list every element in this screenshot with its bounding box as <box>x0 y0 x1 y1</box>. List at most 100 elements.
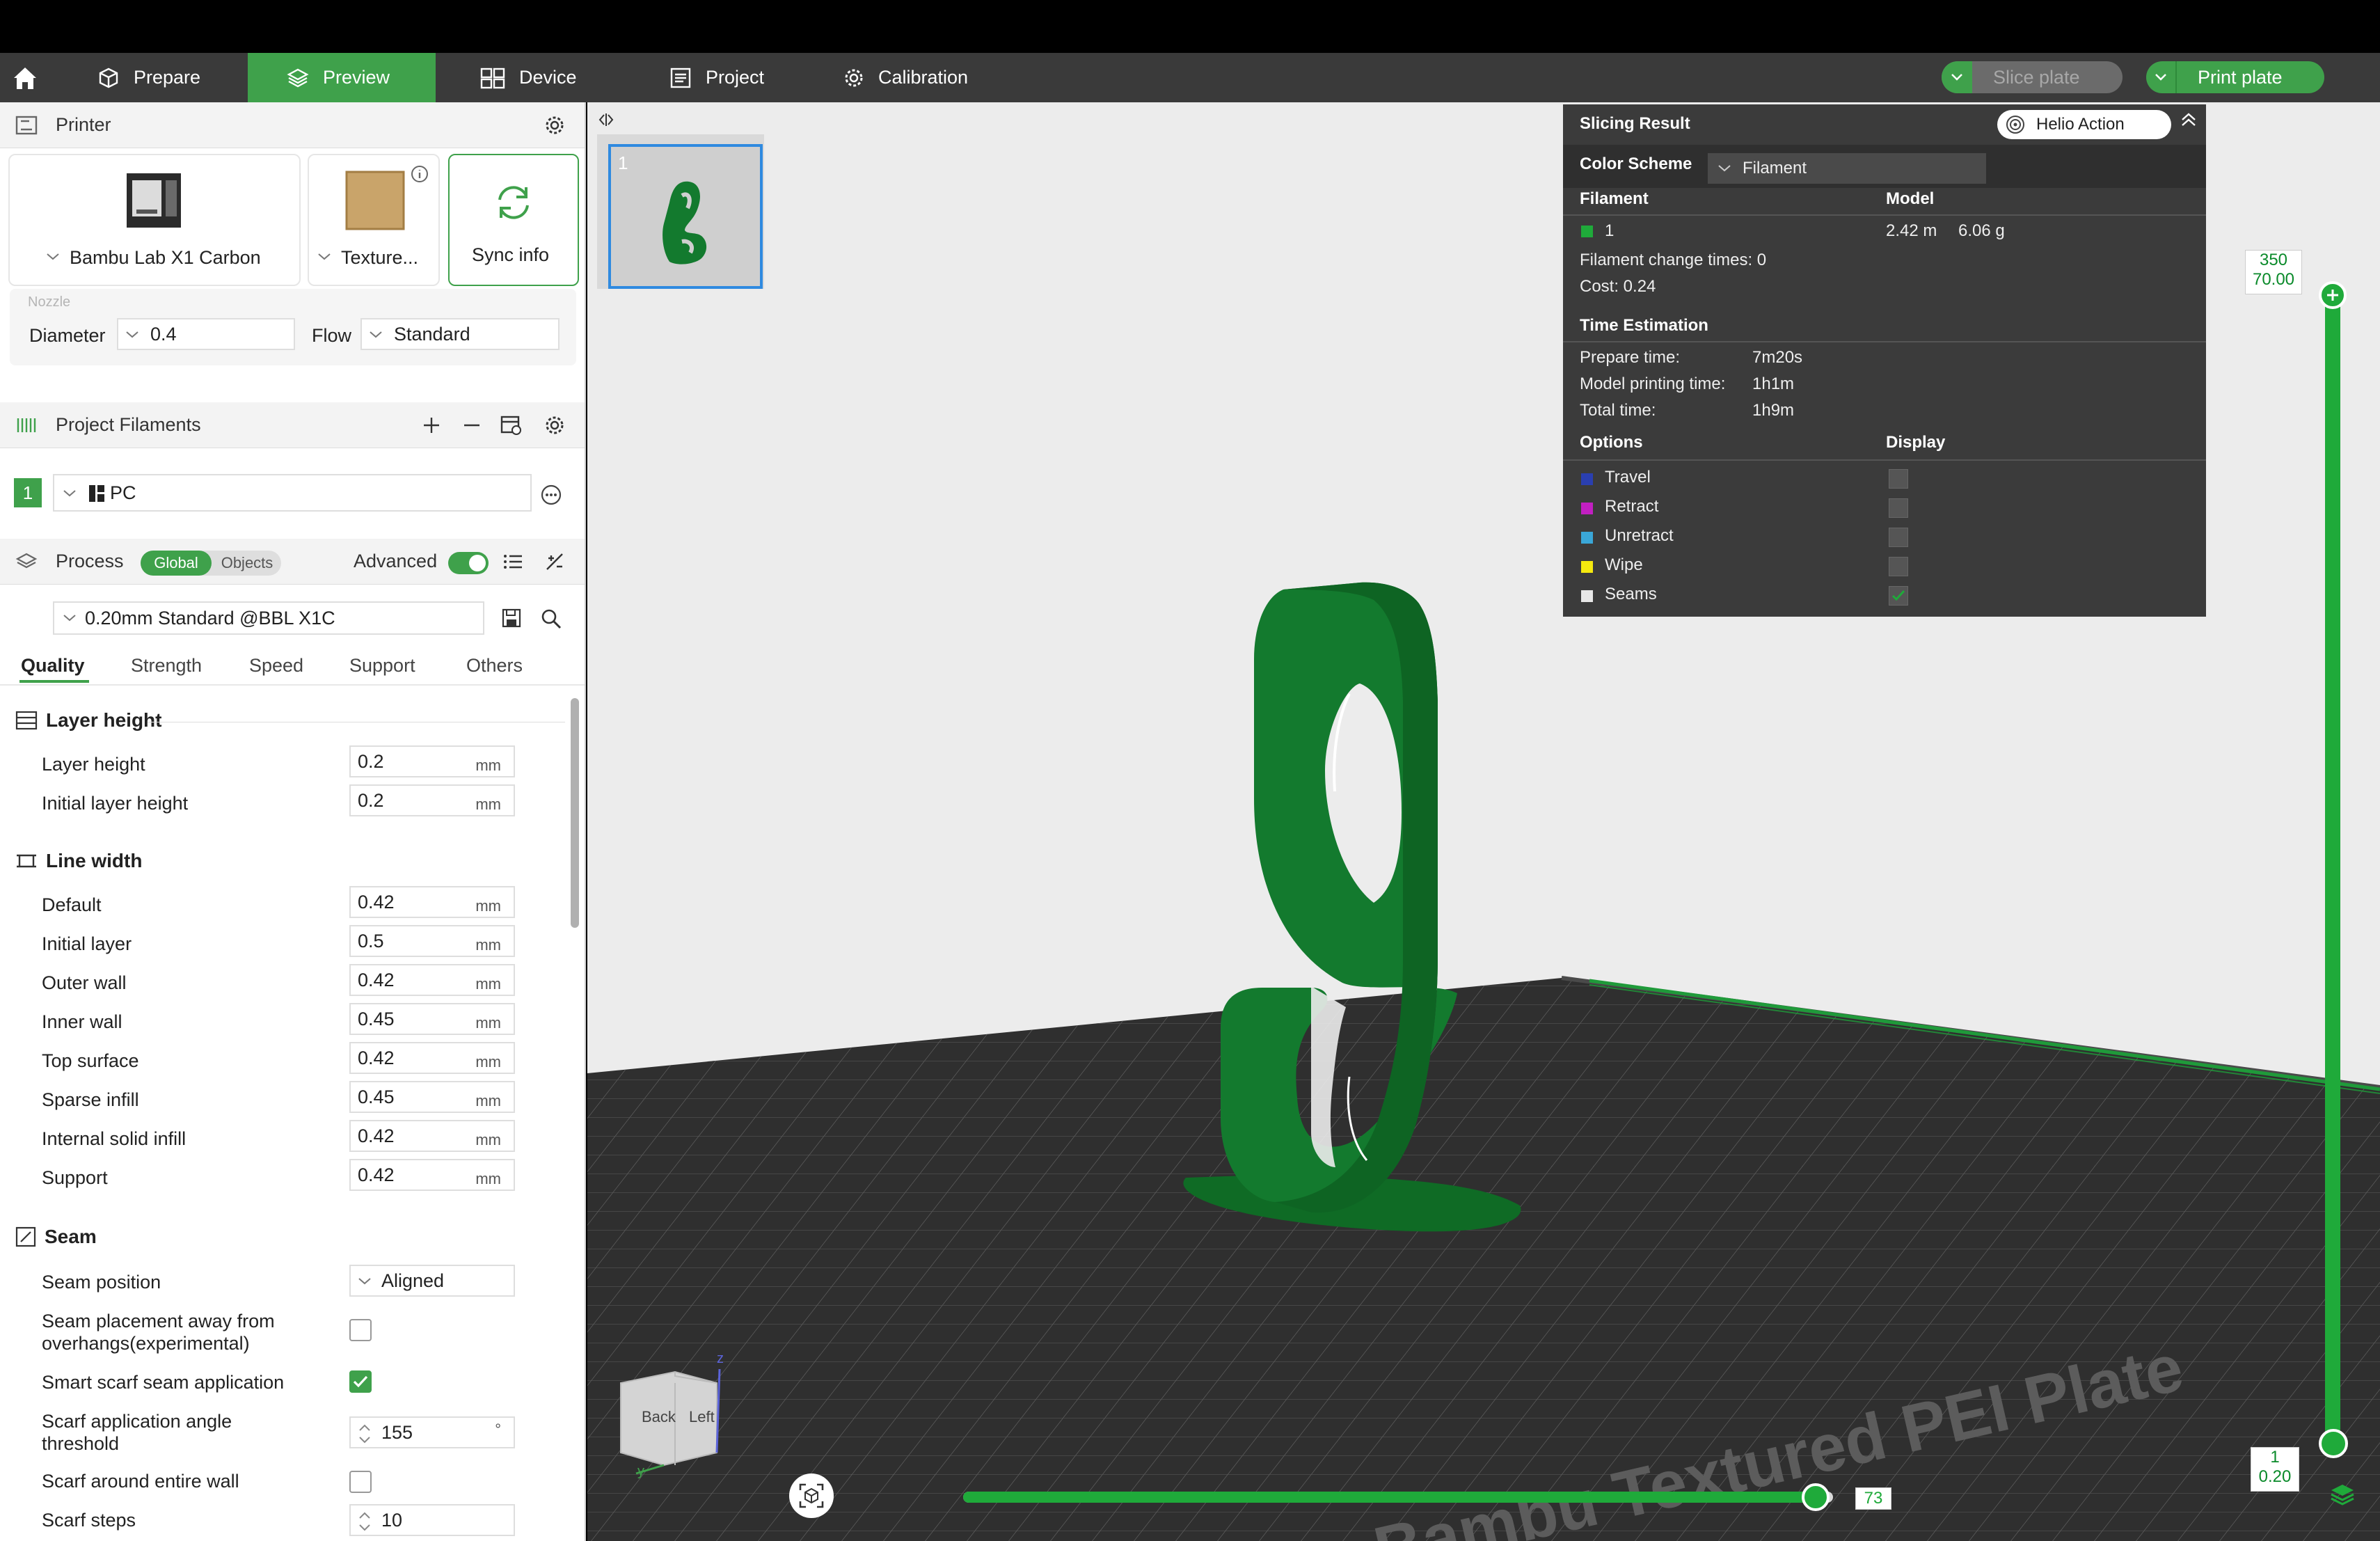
save-preset-icon[interactable] <box>501 608 522 629</box>
model-printing-time-label: Model printing time: <box>1580 374 1726 393</box>
layer-slider-track[interactable] <box>2325 296 2340 1451</box>
layer-slider-top-handle[interactable] <box>2319 281 2347 309</box>
unit-label: ° <box>495 1421 501 1438</box>
tab-device[interactable]: Device <box>480 53 619 102</box>
flow-select[interactable]: Standard <box>360 318 560 350</box>
unit-label: mm <box>475 796 501 813</box>
move-slider-handle[interactable] <box>1802 1483 1830 1511</box>
option-label-retract: Retract <box>1605 497 1659 516</box>
sidebar-collapse-toggle[interactable] <box>596 109 617 130</box>
move-slider[interactable] <box>963 1483 1847 1511</box>
display-checkbox-travel[interactable] <box>1889 469 1908 489</box>
option-color-swatch <box>1581 532 1593 544</box>
info-icon[interactable] <box>411 165 429 183</box>
filament-sync-icon[interactable] <box>500 415 522 436</box>
line-width-input[interactable]: 0.42 mm <box>349 964 515 996</box>
filament-select[interactable]: PC <box>53 474 532 512</box>
prepare-time-value: 7m20s <box>1752 348 1803 367</box>
sync-icon <box>498 186 529 219</box>
plate-card[interactable]: Texture... <box>308 154 440 286</box>
compare-presets-icon[interactable] <box>544 551 565 572</box>
line-width-value: 0.45 <box>358 1008 395 1029</box>
sync-info-button[interactable]: Sync info <box>448 154 579 286</box>
tab-project[interactable]: Project <box>669 53 809 102</box>
reset-view-button[interactable] <box>789 1473 834 1518</box>
toggle-objects[interactable]: Objects <box>213 551 281 576</box>
scarf-entire-checkbox[interactable] <box>349 1471 372 1493</box>
add-filament-plus-icon[interactable] <box>422 416 441 435</box>
line-width-input[interactable]: 0.45 mm <box>349 1003 515 1035</box>
print-plate-button[interactable]: Print plate <box>2146 61 2324 93</box>
line-width-input[interactable]: 0.45 mm <box>349 1081 515 1113</box>
display-checkbox-unretract[interactable] <box>1889 528 1908 547</box>
stepper-arrows-icon[interactable] <box>358 1422 372 1446</box>
advanced-switch[interactable] <box>448 552 489 574</box>
tab-prepare[interactable]: Prepare <box>70 53 223 102</box>
display-checkbox-retract[interactable] <box>1889 498 1908 518</box>
scarf-angle-stepper[interactable]: 155 ° <box>349 1416 515 1448</box>
option-label-travel: Travel <box>1605 468 1651 487</box>
color-scheme-select[interactable]: Filament <box>1708 153 1986 184</box>
slice-dropdown-toggle[interactable] <box>1942 61 1972 93</box>
filament-index-badge[interactable]: 1 <box>14 478 42 507</box>
tab-calibration[interactable]: Calibration <box>843 53 1024 102</box>
line-width-label: Sparse infill <box>42 1089 139 1110</box>
home-button[interactable] <box>11 53 53 102</box>
tab-speed[interactable]: Speed <box>249 655 303 677</box>
tab-preview[interactable]: Preview <box>248 53 436 102</box>
slice-plate-button[interactable]: Slice plate <box>1942 61 2123 93</box>
global-objects-toggle[interactable]: Global Objects <box>141 551 281 576</box>
plus-icon <box>2327 290 2338 301</box>
search-icon[interactable] <box>540 608 562 630</box>
unit-label: mm <box>475 1053 501 1070</box>
remove-filament-minus-icon[interactable] <box>462 416 482 435</box>
line-width-input[interactable]: 0.42 mm <box>349 1159 515 1191</box>
layer-slider-bottom-handle[interactable] <box>2319 1429 2348 1458</box>
scarf-steps-label: Scarf steps <box>42 1510 136 1531</box>
option-color-swatch <box>1581 473 1593 485</box>
seam-position-select[interactable]: Aligned <box>349 1265 515 1297</box>
print-dropdown-toggle[interactable] <box>2146 61 2177 93</box>
tab-others[interactable]: Others <box>466 655 523 677</box>
process-preset-select[interactable]: 0.20mm Standard @BBL X1C <box>53 601 484 635</box>
scarf-steps-stepper[interactable]: 10 <box>349 1504 515 1536</box>
stepper-arrows-icon[interactable] <box>358 1510 372 1533</box>
tab-support[interactable]: Support <box>349 655 415 677</box>
diameter-select[interactable]: 0.4 <box>117 318 295 350</box>
line-width-input[interactable]: 0.42 mm <box>349 886 515 918</box>
line-width-label: Inner wall <box>42 1011 122 1032</box>
line-width-icon <box>17 854 36 868</box>
filament-settings-gear-icon[interactable] <box>544 415 565 436</box>
list-view-icon[interactable] <box>502 552 523 571</box>
printer-settings-gear-icon[interactable] <box>544 115 565 136</box>
tab-strength[interactable]: Strength <box>131 655 202 677</box>
toggle-global[interactable]: Global <box>141 551 212 576</box>
view-cube-left-label[interactable]: Left <box>689 1408 715 1426</box>
line-width-input[interactable]: 0.5 mm <box>349 925 515 957</box>
filament-more-icon[interactable] <box>540 484 562 506</box>
layer-height-input[interactable]: 0.2 mm <box>349 745 515 777</box>
line-width-group-label: Line width <box>46 850 143 871</box>
display-checkbox-seams[interactable] <box>1889 586 1908 606</box>
view-cube[interactable]: Back Left z y <box>608 1351 733 1480</box>
plate-thumbnail[interactable]: 1 <box>608 144 763 289</box>
tabs-divider <box>0 684 585 686</box>
chevron-up-icon[interactable] <box>2180 111 2198 129</box>
view-cube-back-label[interactable]: Back <box>642 1408 676 1426</box>
printer-card[interactable]: Bambu Lab X1 Carbon <box>8 154 301 286</box>
seam-away-checkbox[interactable] <box>349 1319 372 1341</box>
top-layer-height: 70.00 <box>2252 270 2295 289</box>
line-width-input[interactable]: 0.42 mm <box>349 1042 515 1074</box>
smart-scarf-checkbox[interactable] <box>349 1370 372 1393</box>
display-title: Display <box>1886 433 1946 452</box>
scrollbar-thumb[interactable] <box>571 698 579 928</box>
tab-quality[interactable]: Quality <box>21 655 85 677</box>
line-width-input[interactable]: 0.42 mm <box>349 1120 515 1152</box>
slice-plate-label: Slice plate <box>1993 66 2080 88</box>
initial-layer-height-input[interactable]: 0.2 mm <box>349 784 515 816</box>
display-checkbox-wipe[interactable] <box>1889 557 1908 576</box>
layer-height-group-title: Layer height <box>15 709 565 732</box>
helio-action-button[interactable]: Helio Action <box>1997 110 2171 139</box>
settings-scrollbar[interactable] <box>571 698 579 1533</box>
layers-stack-icon[interactable] <box>2329 1480 2356 1508</box>
